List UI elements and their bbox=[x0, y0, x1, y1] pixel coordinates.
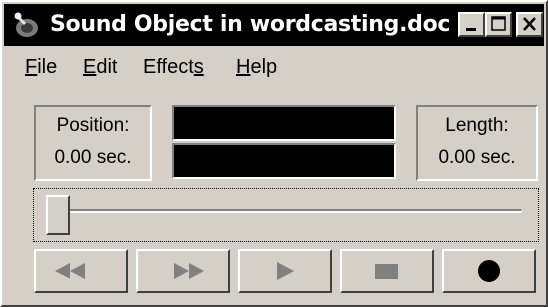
sound-recorder-window: Sound Object in wordcasting.doc File Edi… bbox=[0, 0, 548, 307]
menu-file[interactable]: File bbox=[25, 56, 57, 79]
record-button[interactable] bbox=[442, 249, 536, 293]
minimize-icon bbox=[466, 28, 476, 31]
stop-icon bbox=[375, 264, 398, 279]
record-icon bbox=[478, 260, 500, 282]
slider-thumb[interactable] bbox=[46, 195, 70, 235]
maximize-icon bbox=[491, 16, 506, 31]
waveform-display-top bbox=[172, 105, 396, 141]
seek-to-end-button[interactable] bbox=[136, 249, 230, 293]
seek-to-start-icon bbox=[55, 263, 85, 280]
menu-effects[interactable]: Effects bbox=[143, 56, 204, 79]
position-slider[interactable] bbox=[33, 188, 539, 242]
position-value: 0.00 sec. bbox=[54, 147, 132, 168]
menu-edit[interactable]: Edit bbox=[83, 56, 117, 79]
length-label: Length: bbox=[445, 115, 509, 136]
seek-to-end-icon bbox=[174, 263, 204, 279]
menu-bar: File Edit Effects Help bbox=[4, 54, 544, 84]
position-panel: Position: 0.00 sec. bbox=[34, 105, 152, 181]
stop-button[interactable] bbox=[340, 249, 434, 293]
minimize-button[interactable] bbox=[458, 12, 485, 37]
length-panel: Length: 0.00 sec. bbox=[416, 105, 538, 181]
sound-recorder-icon bbox=[12, 11, 42, 39]
menu-help[interactable]: Help bbox=[236, 56, 277, 79]
waveform-display-bottom bbox=[172, 143, 396, 179]
play-button[interactable] bbox=[238, 249, 332, 293]
close-button[interactable] bbox=[516, 12, 543, 37]
slider-track[interactable] bbox=[48, 209, 522, 213]
length-value: 0.00 sec. bbox=[438, 147, 516, 168]
maximize-button[interactable] bbox=[485, 12, 512, 37]
close-icon bbox=[523, 17, 536, 31]
seek-to-start-button[interactable] bbox=[34, 249, 128, 293]
position-label: Position: bbox=[56, 115, 130, 136]
window-title: Sound Object in wordcasting.doc bbox=[50, 12, 451, 37]
title-bar[interactable]: Sound Object in wordcasting.doc bbox=[4, 4, 544, 46]
play-icon bbox=[277, 262, 294, 280]
